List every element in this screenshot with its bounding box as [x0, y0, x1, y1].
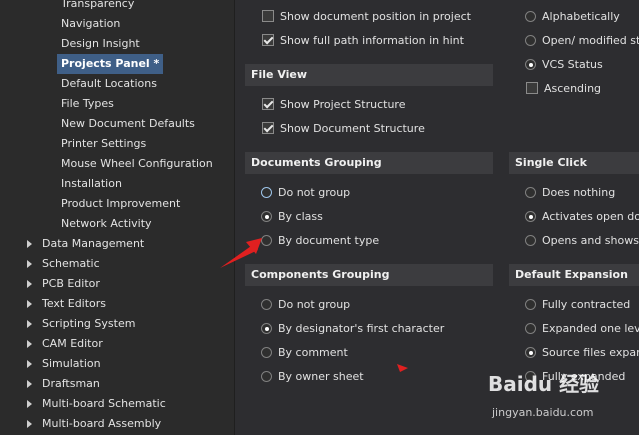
comp-group-comment-label: By comment — [278, 346, 348, 359]
default-expansion-header: Default Expansion — [509, 264, 639, 286]
expand-fully-contracted-label: Fully contracted — [542, 298, 631, 311]
tree-item-cam-editor[interactable]: CAM Editor — [42, 334, 103, 354]
watermark-url: jingyan.baidu.com — [492, 406, 594, 419]
sort-open-modified-label: Open/ modified sta — [542, 34, 639, 47]
doc-group-by-class-label: By class — [278, 210, 323, 223]
comp-group-designator-label: By designator's first character — [278, 322, 445, 335]
options-tree: Transparency Navigation Design Insight P… — [0, 0, 235, 435]
show-project-structure-checkbox[interactable] — [262, 98, 274, 110]
sort-alphabetically-radio[interactable] — [525, 11, 536, 22]
tree-item-schematic[interactable]: Schematic — [42, 254, 100, 274]
sort-ascending-checkbox[interactable] — [526, 82, 538, 94]
expand-arrow-icon[interactable] — [27, 320, 32, 328]
expand-arrow-icon[interactable] — [27, 380, 32, 388]
tree-item-scripting-system[interactable]: Scripting System — [42, 314, 135, 334]
expand-source-files-radio[interactable] — [525, 347, 536, 358]
single-click-header: Single Click — [509, 152, 639, 174]
components-grouping-header: Components Grouping — [245, 264, 493, 286]
expand-arrow-icon[interactable] — [27, 400, 32, 408]
sort-open-modified-radio[interactable] — [525, 35, 536, 46]
tree-item-file-types[interactable]: File Types — [61, 94, 114, 114]
tree-item-multi-board-assembly[interactable]: Multi-board Assembly — [42, 414, 161, 434]
expand-one-level-radio[interactable] — [525, 323, 536, 334]
show-document-structure-checkbox[interactable] — [262, 122, 274, 134]
expand-arrow-icon[interactable] — [27, 360, 32, 368]
file-view-header: File View — [245, 64, 493, 86]
tree-item-new-document-defaults[interactable]: New Document Defaults — [61, 114, 195, 134]
doc-group-by-type-label: By document type — [278, 234, 380, 247]
tree-item-installation[interactable]: Installation — [61, 174, 122, 194]
show-doc-position-checkbox[interactable] — [262, 10, 274, 22]
expand-arrow-icon[interactable] — [27, 280, 32, 288]
tree-item-network-activity[interactable]: Network Activity — [61, 214, 152, 234]
comp-group-none-radio[interactable] — [261, 299, 272, 310]
show-full-path-checkbox[interactable] — [262, 34, 274, 46]
tree-item-navigation[interactable]: Navigation — [61, 14, 120, 34]
click-opens-shows-radio[interactable] — [525, 235, 536, 246]
tree-item-projects-panel[interactable]: Projects Panel * — [57, 54, 164, 74]
sort-ascending-label: Ascending — [544, 82, 602, 95]
tree-item-text-editors[interactable]: Text Editors — [42, 294, 106, 314]
doc-group-none-label: Do not group — [278, 186, 351, 199]
tree-item-transparency[interactable]: Transparency — [61, 0, 134, 14]
click-does-nothing-label: Does nothing — [542, 186, 616, 199]
click-does-nothing-radio[interactable] — [525, 187, 536, 198]
click-opens-shows-label: Opens and shows — [542, 234, 639, 247]
baidu-watermark: Baidu 经验 jingyan.baidu.com — [488, 368, 638, 428]
annotation-mark-icon — [397, 364, 408, 372]
tree-item-draftsman[interactable]: Draftsman — [42, 374, 100, 394]
expand-source-files-label: Source files expanc — [542, 346, 639, 359]
annotation-arrow-icon — [220, 238, 262, 268]
tree-item-design-insight[interactable]: Design Insight — [61, 34, 140, 54]
tree-item-default-locations[interactable]: Default Locations — [61, 74, 157, 94]
tree-item-multi-board-schematic[interactable]: Multi-board Schematic — [42, 394, 166, 414]
tree-item-printer-settings[interactable]: Printer Settings — [61, 134, 146, 154]
click-activates-open-radio[interactable] — [525, 211, 536, 222]
comp-group-designator-radio[interactable] — [261, 323, 272, 334]
tree-item-mouse-wheel[interactable]: Mouse Wheel Configuration — [61, 154, 213, 174]
expand-fully-contracted-radio[interactable] — [525, 299, 536, 310]
sort-vcs-status-label: VCS Status — [542, 58, 603, 71]
comp-group-comment-radio[interactable] — [261, 347, 272, 358]
sort-alphabetically-label: Alphabetically — [542, 10, 620, 23]
expand-arrow-icon[interactable] — [27, 260, 32, 268]
expand-one-level-label: Expanded one leve — [542, 322, 639, 335]
watermark-logo: Baidu 经验 — [488, 372, 600, 396]
tree-item-product-improvement[interactable]: Product Improvement — [61, 194, 180, 214]
comp-group-owner-sheet-label: By owner sheet — [278, 370, 364, 383]
show-document-structure-label: Show Document Structure — [280, 122, 425, 135]
show-full-path-label: Show full path information in hint — [280, 34, 464, 47]
tree-item-data-management[interactable]: Data Management — [42, 234, 144, 254]
comp-group-owner-sheet-radio[interactable] — [261, 371, 272, 382]
click-activates-open-label: Activates open doc — [542, 210, 639, 223]
tree-item-simulation[interactable]: Simulation — [42, 354, 101, 374]
sort-vcs-status-radio[interactable] — [525, 59, 536, 70]
show-doc-position-label: Show document position in project — [280, 10, 471, 23]
doc-group-by-class-radio[interactable] — [261, 211, 272, 222]
documents-grouping-header: Documents Grouping — [245, 152, 493, 174]
expand-arrow-icon[interactable] — [27, 340, 32, 348]
tree-item-pcb-editor[interactable]: PCB Editor — [42, 274, 100, 294]
expand-arrow-icon[interactable] — [27, 420, 32, 428]
expand-arrow-icon[interactable] — [27, 300, 32, 308]
expand-arrow-icon[interactable] — [27, 240, 32, 248]
doc-group-none-radio[interactable] — [261, 187, 272, 198]
show-project-structure-label: Show Project Structure — [280, 98, 406, 111]
comp-group-none-label: Do not group — [278, 298, 351, 311]
